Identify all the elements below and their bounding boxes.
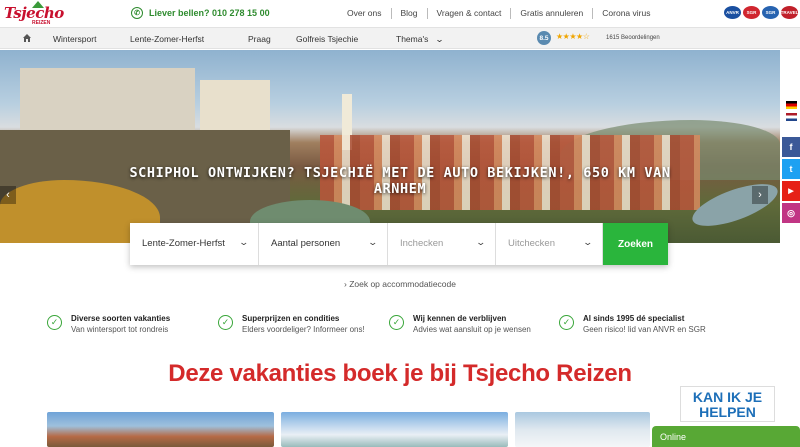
vacation-card-image[interactable]	[47, 412, 274, 447]
main-nav: Wintersport Lente-Zomer-Herfst Praag Gol…	[0, 27, 800, 49]
facebook-icon[interactable]: f	[782, 137, 800, 157]
hero-river-bend	[687, 175, 780, 235]
checkin-placeholder: Inchecken	[400, 238, 444, 249]
checkin-field[interactable]: Inchecken ⌄	[388, 223, 496, 265]
chevron-down-icon: ⌄	[434, 34, 444, 44]
chevron-down-icon: ⌄	[475, 237, 487, 247]
usp-item: ✓ Superprijzen en condities Elders voord…	[218, 314, 365, 335]
check-circle-icon: ✓	[559, 315, 574, 330]
german-flag-icon[interactable]	[785, 101, 797, 109]
persons-select-label: Aantal personen	[271, 238, 341, 249]
season-select[interactable]: Lente-Zomer-Herfst ⌄	[130, 223, 259, 265]
nav-item-themas-label: Thema's	[396, 34, 429, 44]
check-circle-icon: ✓	[47, 315, 62, 330]
usp-item: ✓ Al sinds 1995 dé specialist Geen risic…	[559, 314, 706, 335]
check-circle-icon: ✓	[389, 315, 404, 330]
twitter-icon[interactable]: t	[782, 159, 800, 179]
chat-online-tab[interactable]: Online	[652, 426, 800, 447]
search-button[interactable]: Zoeken	[603, 223, 668, 265]
link-vragen-contact[interactable]: Vragen & contact	[428, 8, 512, 19]
nav-item-themas[interactable]: Thema's ⌄	[396, 34, 444, 45]
nav-item-wintersport[interactable]: Wintersport	[53, 34, 96, 44]
nav-item-golfreis[interactable]: Golfreis Tsjechie	[296, 34, 358, 44]
nav-item-lente-zomer-herfst[interactable]: Lente-Zomer-Herfst	[130, 34, 204, 44]
search-bar: Lente-Zomer-Herfst ⌄ Aantal personen ⌄ I…	[130, 223, 668, 265]
sgr-badge-2: SGR	[762, 6, 779, 19]
phone-icon: ✆	[131, 7, 143, 19]
accommodation-code-link[interactable]: › Zoek op accommodatiecode	[344, 279, 456, 289]
usp-subtitle: Van wintersport tot rondreis	[71, 325, 169, 334]
youtube-icon[interactable]: ▶	[782, 181, 800, 201]
chevron-down-icon: ⌄	[238, 237, 250, 247]
hero-prev-arrow[interactable]: ‹	[0, 186, 16, 204]
checkout-placeholder: Uitchecken	[508, 238, 555, 249]
review-count[interactable]: 1615 Beoordelingen	[606, 35, 660, 41]
usp-title: Diverse soorten vakanties	[71, 314, 171, 323]
dutch-flag-icon[interactable]	[785, 113, 797, 121]
usp-subtitle: Geen risico! lid van ANVR en SGR	[583, 325, 706, 334]
hero-title: SCHIPHOL ONTWIJKEN? TSJECHIË MET DE AUTO…	[129, 165, 671, 197]
usp-subtitle: Elders voordeliger? Informeer ons!	[242, 325, 365, 334]
usp-subtitle: Advies wat aansluit op je wensen	[413, 325, 531, 334]
phone-label: Liever bellen? 010 278 15 00	[149, 8, 270, 18]
language-switcher	[782, 95, 800, 127]
usp-item: ✓ Diverse soorten vakanties Van wintersp…	[47, 314, 170, 335]
logo-subtext: REIZEN	[32, 20, 51, 26]
travel-badge: TRAVEL	[781, 6, 798, 19]
chevron-down-icon: ⌄	[367, 237, 379, 247]
hero-next-arrow[interactable]: ›	[752, 186, 768, 204]
hero-image: SCHIPHOL ONTWIJKEN? TSJECHIË MET DE AUTO…	[0, 50, 780, 243]
top-links: Over ons Blog Vragen & contact Gratis an…	[338, 8, 659, 19]
nav-item-praag[interactable]: Praag	[248, 34, 271, 44]
link-over-ons[interactable]: Over ons	[338, 8, 392, 19]
logo[interactable]: Tsjecho REIZEN	[2, 1, 64, 26]
sgr-badge: SGR	[743, 6, 760, 19]
usp-title: Wij kennen de verblijven	[413, 314, 507, 323]
rating-score: 8.5	[537, 31, 551, 45]
usp-title: Al sinds 1995 dé specialist	[583, 314, 685, 323]
anvr-badge: ANVR	[724, 6, 741, 19]
checkout-field[interactable]: Uitchecken ⌄	[496, 223, 603, 265]
vacation-card-image[interactable]	[281, 412, 508, 447]
vacation-card-image[interactable]	[515, 412, 650, 447]
link-gratis-annuleren[interactable]: Gratis annuleren	[511, 8, 594, 19]
home-icon[interactable]	[22, 33, 32, 43]
link-blog[interactable]: Blog	[392, 8, 428, 19]
usp-title: Superprijzen en condities	[242, 314, 340, 323]
rating-stars: ★★★★☆	[556, 32, 590, 41]
persons-select[interactable]: Aantal personen ⌄	[259, 223, 388, 265]
usp-item: ✓ Wij kennen de verblijven Advies wat aa…	[389, 314, 531, 335]
season-select-value: Lente-Zomer-Herfst	[142, 238, 225, 249]
link-corona-virus[interactable]: Corona virus	[593, 8, 659, 19]
top-bar: Tsjecho REIZEN ✆ Liever bellen? 010 278 …	[0, 0, 800, 26]
chevron-down-icon: ⌄	[582, 237, 594, 247]
phone-link[interactable]: ✆ Liever bellen? 010 278 15 00	[131, 7, 270, 19]
trust-badges: ANVR SGR SGR TRAVEL	[724, 6, 798, 19]
check-circle-icon: ✓	[218, 315, 233, 330]
section-heading: Deze vakanties boek je bij Tsjecho Reize…	[168, 360, 632, 387]
chat-help-box[interactable]: KAN IK JE HELPEN	[680, 386, 775, 422]
instagram-icon[interactable]: ◎	[782, 203, 800, 223]
